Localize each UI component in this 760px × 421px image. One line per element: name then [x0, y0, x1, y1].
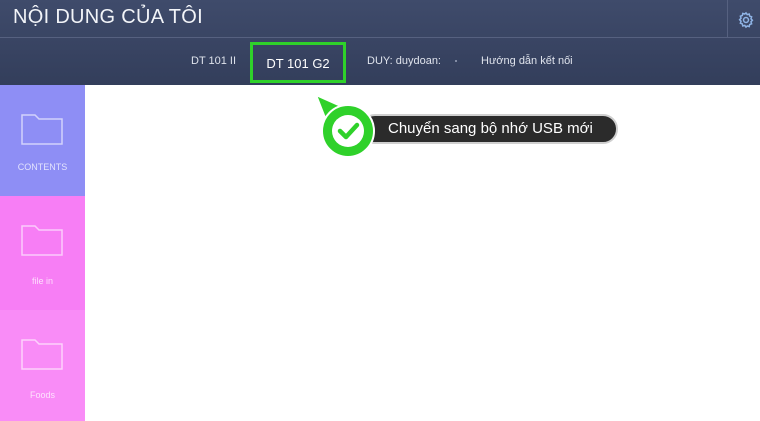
- folder-icon: [21, 339, 63, 370]
- sidebar-tile-foods[interactable]: Foods: [0, 310, 85, 421]
- device-tabs: DT 101 II DT 101 G2 DUY: duydoan: Hướng …: [0, 38, 760, 84]
- tab-separator-dot: [455, 60, 457, 62]
- folder-icon: [21, 114, 63, 145]
- folder-icon: [21, 225, 63, 256]
- tab-duy-duydoan[interactable]: DUY: duydoan:: [367, 38, 441, 84]
- tab-dt-101-g2[interactable]: DT 101 G2: [250, 42, 346, 83]
- tab-connection-guide[interactable]: Hướng dẫn kết nối: [481, 38, 573, 84]
- sidebar-tile-contents[interactable]: CONTENTS: [0, 85, 85, 196]
- callout-message: Chuyển sang bộ nhớ USB mới: [360, 114, 618, 144]
- sidebar-tile-label: CONTENTS: [17, 162, 68, 172]
- sidebar-tile-file-in[interactable]: file in: [0, 196, 85, 310]
- tab-dt-101-ii[interactable]: DT 101 II: [191, 38, 236, 84]
- checkmark-icon: [321, 104, 375, 158]
- sidebar-tile-label: file in: [31, 276, 53, 286]
- header-vertical-divider: [727, 0, 728, 37]
- header-bar: NỘI DUNG CỦA TÔI DT 101 II DT 101 G2 DUY…: [0, 0, 760, 85]
- gear-icon[interactable]: [737, 11, 755, 29]
- sidebar-tile-label: Foods: [29, 390, 55, 400]
- page-title: NỘI DUNG CỦA TÔI: [13, 6, 204, 28]
